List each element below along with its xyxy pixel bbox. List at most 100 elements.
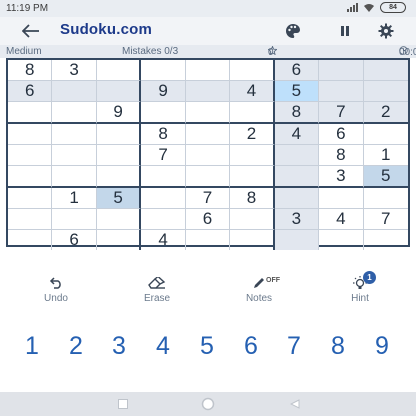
- board-cell-r1c3[interactable]: [96, 60, 142, 81]
- board-cell-r8c3[interactable]: [96, 209, 142, 230]
- board-cell-r6c1[interactable]: [8, 166, 53, 188]
- board-cell-r9c7[interactable]: [274, 230, 320, 250]
- number-key-8[interactable]: 8: [323, 330, 353, 362]
- board-cell-r7c3[interactable]: 5: [96, 188, 142, 209]
- board-cell-r5c9[interactable]: 1: [363, 145, 408, 166]
- board-cell-r9c8[interactable]: [319, 230, 364, 250]
- board-cell-r2c2[interactable]: [52, 81, 97, 102]
- board-cell-r4c5[interactable]: [185, 124, 231, 145]
- board-cell-r9c5[interactable]: [186, 230, 231, 250]
- board-cell-r3c3[interactable]: 9: [96, 102, 142, 124]
- board-cell-r5c8[interactable]: 8: [319, 145, 364, 166]
- erase-button[interactable]: Erase: [122, 276, 192, 306]
- board-cell-r2c6[interactable]: 4: [230, 81, 275, 102]
- board-cell-r7c8[interactable]: [319, 188, 364, 209]
- board-cell-r5c5[interactable]: [185, 145, 231, 166]
- board-cell-r5c2[interactable]: [52, 145, 97, 166]
- board-cell-r1c2[interactable]: 3: [52, 60, 97, 81]
- notes-button[interactable]: OFF Notes: [224, 276, 294, 306]
- board-cell-r3c4[interactable]: [141, 102, 186, 124]
- board-cell-r1c1[interactable]: 8: [8, 60, 53, 81]
- board-cell-r2c3[interactable]: [96, 81, 142, 102]
- board-cell-r2c4[interactable]: 9: [141, 81, 186, 102]
- number-key-1[interactable]: 1: [17, 330, 47, 362]
- board-cell-r5c6[interactable]: [230, 145, 275, 166]
- system-back-button[interactable]: [287, 397, 303, 411]
- board-cell-r2c8[interactable]: [319, 81, 364, 102]
- back-button[interactable]: [20, 21, 42, 41]
- board-cell-r8c8[interactable]: 4: [319, 209, 364, 230]
- board-cell-r4c2[interactable]: [52, 124, 97, 145]
- board-cell-r3c1[interactable]: [8, 102, 53, 124]
- board-cell-r7c6[interactable]: 8: [230, 188, 275, 209]
- board-cell-r9c3[interactable]: [97, 230, 142, 250]
- pause-button[interactable]: [335, 21, 355, 41]
- board-cell-r4c4[interactable]: 8: [141, 124, 186, 145]
- board-cell-r6c5[interactable]: [185, 166, 231, 188]
- board-cell-r1c4[interactable]: [141, 60, 186, 81]
- number-key-6[interactable]: 6: [236, 330, 266, 362]
- board-cell-r2c1[interactable]: 6: [8, 81, 53, 102]
- number-key-5[interactable]: 5: [192, 330, 222, 362]
- recents-button[interactable]: [115, 397, 131, 411]
- board-cell-r8c1[interactable]: [8, 209, 53, 230]
- board-cell-r9c6[interactable]: [230, 230, 275, 250]
- board-cell-r6c9[interactable]: 5: [363, 166, 408, 188]
- board-cell-r6c7[interactable]: [274, 166, 320, 188]
- undo-button[interactable]: Undo: [21, 276, 91, 306]
- board-cell-r8c5[interactable]: 6: [185, 209, 231, 230]
- board-cell-r2c7[interactable]: 5: [274, 81, 320, 102]
- board-cell-r3c6[interactable]: [230, 102, 275, 124]
- board-cell-r8c4[interactable]: [141, 209, 186, 230]
- board-cell-r4c3[interactable]: [96, 124, 142, 145]
- board-cell-r3c5[interactable]: [185, 102, 231, 124]
- board-cell-r6c2[interactable]: [52, 166, 97, 188]
- number-key-7[interactable]: 7: [279, 330, 309, 362]
- board-cell-r1c8[interactable]: [319, 60, 364, 81]
- board-cell-r7c5[interactable]: 7: [185, 188, 231, 209]
- theme-button[interactable]: [283, 21, 303, 41]
- board-cell-r7c2[interactable]: 1: [52, 188, 97, 209]
- board-cell-r7c4[interactable]: [141, 188, 186, 209]
- board-cell-r3c7[interactable]: 8: [274, 102, 320, 124]
- board-cell-r1c5[interactable]: [185, 60, 231, 81]
- board-cell-r4c1[interactable]: [8, 124, 53, 145]
- number-key-9[interactable]: 9: [367, 330, 397, 362]
- board-cell-r5c1[interactable]: [8, 145, 53, 166]
- board-cell-r8c6[interactable]: [230, 209, 275, 230]
- board-cell-r9c9[interactable]: [364, 230, 408, 250]
- number-key-2[interactable]: 2: [61, 330, 91, 362]
- board-cell-r6c8[interactable]: 3: [319, 166, 364, 188]
- board-cell-r4c7[interactable]: 4: [274, 124, 320, 145]
- board-cell-r2c9[interactable]: [363, 81, 408, 102]
- board-cell-r7c1[interactable]: [8, 188, 53, 209]
- board-cell-r1c9[interactable]: [363, 60, 408, 81]
- board-cell-r5c7[interactable]: [274, 145, 320, 166]
- hint-button[interactable]: 1 Hint: [325, 271, 395, 306]
- number-key-3[interactable]: 3: [104, 330, 134, 362]
- board-cell-r4c9[interactable]: [363, 124, 408, 145]
- board-cell-r5c3[interactable]: [96, 145, 142, 166]
- board-cell-r3c9[interactable]: 2: [363, 102, 408, 124]
- board-cell-r2c5[interactable]: [185, 81, 231, 102]
- board-cell-r6c4[interactable]: [141, 166, 186, 188]
- settings-button[interactable]: [376, 21, 396, 41]
- board-cell-r8c9[interactable]: 7: [363, 209, 408, 230]
- board-cell-r1c7[interactable]: 6: [274, 60, 320, 81]
- board-cell-r6c6[interactable]: [230, 166, 275, 188]
- board-cell-r4c6[interactable]: 2: [230, 124, 275, 145]
- board-cell-r4c8[interactable]: 6: [319, 124, 364, 145]
- board-cell-r9c4[interactable]: 4: [141, 230, 186, 250]
- board-cell-r6c3[interactable]: [96, 166, 142, 188]
- board-cell-r8c7[interactable]: 3: [274, 209, 320, 230]
- board-cell-r7c9[interactable]: [363, 188, 408, 209]
- board-cell-r3c2[interactable]: [52, 102, 97, 124]
- board-cell-r8c2[interactable]: [52, 209, 97, 230]
- board-cell-r3c8[interactable]: 7: [319, 102, 364, 124]
- board-cell-r9c1[interactable]: [8, 230, 53, 250]
- home-button[interactable]: [200, 397, 216, 411]
- board-cell-r9c2[interactable]: 6: [52, 230, 97, 250]
- board-cell-r5c4[interactable]: 7: [141, 145, 186, 166]
- board-cell-r1c6[interactable]: [230, 60, 275, 81]
- number-key-4[interactable]: 4: [148, 330, 178, 362]
